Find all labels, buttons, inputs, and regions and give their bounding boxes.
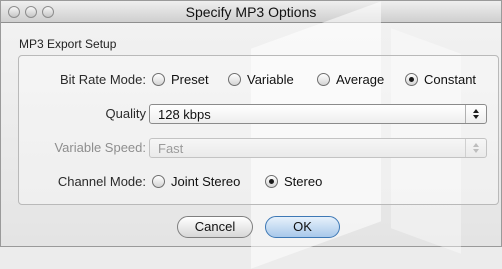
window-title: Specify MP3 Options [185,4,317,20]
radio-label: Preset [171,72,209,87]
mp3-options-dialog: Specify MP3 Options MP3 Export Setup Bit… [0,0,502,269]
radio-label: Variable [247,72,294,87]
radio-circle [228,73,241,86]
radio-circle [152,73,165,86]
radio-label: Average [336,72,385,87]
group-label: MP3 Export Setup [19,37,117,51]
quality-value: 128 kbps [158,107,211,122]
bit-rate-preset-radio[interactable]: Preset [152,72,209,87]
radio-circle [152,175,165,188]
popup-arrows-icon [465,105,486,123]
bit-rate-average-radio[interactable]: Average [317,72,384,87]
quality-popup[interactable]: 128 kbps [149,104,487,124]
quality-label: Quality [105,106,146,121]
radio-circle-selected [265,175,278,188]
variable-speed-popup[interactable]: Fast [149,138,487,158]
channel-joint-stereo-radio[interactable]: Joint Stereo [152,174,240,189]
channel-stereo-radio[interactable]: Stereo [265,174,322,189]
ok-button[interactable]: OK [265,216,340,238]
variable-speed-value: Fast [158,141,184,156]
bit-rate-mode-label: Bit Rate Mode: [60,72,146,87]
radio-label: Joint Stereo [171,174,241,189]
cancel-button[interactable]: Cancel [177,216,253,238]
radio-label: Constant [424,72,477,87]
bit-rate-variable-radio[interactable]: Variable [228,72,294,87]
radio-circle [317,73,330,86]
radio-label: Stereo [284,174,323,189]
variable-speed-label: Variable Speed: [54,140,146,155]
channel-mode-label: Channel Mode: [57,174,146,189]
bit-rate-constant-radio[interactable]: Constant [405,72,476,87]
popup-arrows-icon [465,139,486,157]
title-bar: Specify MP3 Options [1,1,501,23]
radio-circle-selected [405,73,418,86]
